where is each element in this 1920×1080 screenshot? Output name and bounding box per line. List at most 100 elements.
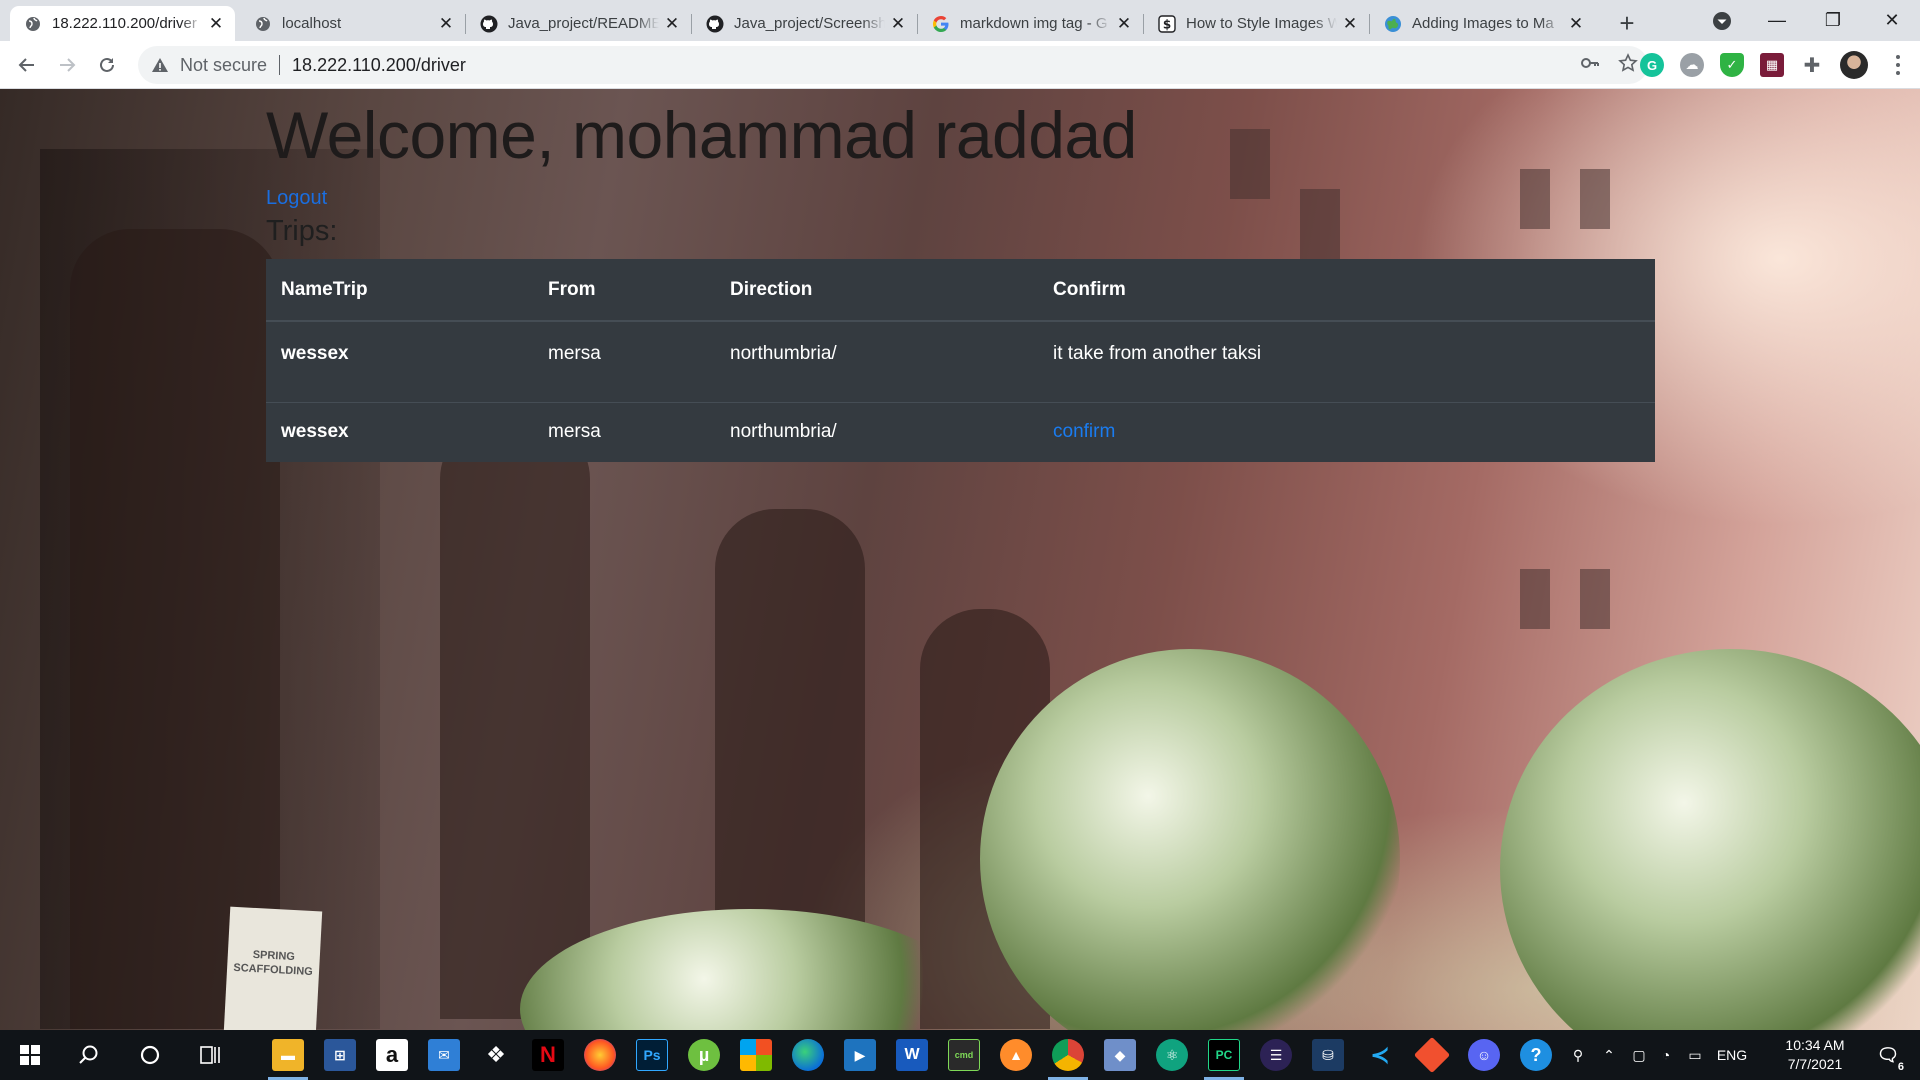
close-window-button[interactable]: ✕ (1864, 0, 1920, 41)
omnibox-divider (279, 55, 281, 75)
trip-direction-cell: northumbria/ (715, 320, 1038, 402)
media-player-icon[interactable]: ▶ (844, 1039, 876, 1071)
warning-icon[interactable] (150, 55, 170, 75)
mail-icon[interactable]: ✉ (428, 1039, 460, 1071)
table-row: wessex mersa northumbria/ it take from a… (266, 320, 1655, 402)
background-window (1520, 169, 1550, 229)
background-window (1300, 189, 1340, 259)
close-tab-icon[interactable]: ✕ (437, 14, 455, 33)
tab-search-icon[interactable] (1710, 9, 1734, 33)
reload-icon[interactable] (92, 50, 122, 80)
new-tab-button[interactable]: + (1612, 8, 1642, 38)
search-icon[interactable] (73, 1039, 105, 1071)
battery-icon[interactable]: ▭ (1680, 1047, 1710, 1064)
back-arrow-icon[interactable] (12, 50, 42, 80)
tab-title: markdown img tag - G (960, 15, 1108, 32)
close-tab-icon[interactable]: ✕ (663, 14, 681, 33)
system-clock[interactable]: 10:34 AM 7/7/2021 (1770, 1036, 1860, 1074)
box-app-icon[interactable]: ◆ (1104, 1039, 1136, 1071)
column-header-confirm: Confirm (1038, 259, 1655, 322)
tab-style-images[interactable]: $ How to Style Images W ✕ (1144, 6, 1369, 41)
office-apps-icon[interactable] (740, 1039, 772, 1071)
pycharm-icon[interactable]: PC (1208, 1039, 1240, 1071)
logout-link[interactable]: Logout (266, 187, 327, 210)
confirm-link[interactable]: confirm (1053, 421, 1115, 442)
word-icon[interactable]: W (896, 1039, 928, 1071)
task-view-icon[interactable] (194, 1039, 226, 1071)
notification-center-icon[interactable]: 🗨 6 (1872, 1039, 1906, 1073)
trip-from-cell: mersa (533, 320, 715, 402)
git-icon[interactable] (1413, 1036, 1451, 1074)
close-tab-icon[interactable]: ✕ (207, 14, 225, 33)
chevron-up-icon[interactable]: ⌃ (1592, 1047, 1626, 1064)
site-icon: $ (1158, 14, 1176, 33)
tab-title: How to Style Images W (1186, 15, 1337, 32)
firefox-icon[interactable] (584, 1039, 616, 1071)
shield-icon[interactable]: ✓ (1720, 53, 1744, 77)
meet-now-icon[interactable]: ▢ (1626, 1047, 1652, 1064)
chrome-menu-icon[interactable] (1888, 53, 1908, 77)
profile-avatar[interactable] (1840, 51, 1868, 79)
chrome-icon[interactable] (1052, 1039, 1084, 1071)
extension-red-icon[interactable]: ▦ (1760, 53, 1784, 77)
background-arch (440, 419, 590, 1019)
utorrent-icon[interactable]: µ (688, 1039, 720, 1071)
brave-icon[interactable]: ▲ (1000, 1039, 1032, 1071)
cortana-icon[interactable] (134, 1039, 166, 1071)
bookmark-star-icon[interactable] (1618, 52, 1638, 78)
table-header-row: NameTrip From Direction Confirm (266, 259, 1655, 322)
amazon-icon[interactable]: a (376, 1039, 408, 1071)
close-tab-icon[interactable]: ✕ (889, 14, 907, 33)
grammarly-icon[interactable]: G (1640, 53, 1664, 77)
minimize-button[interactable]: — (1749, 0, 1805, 41)
photoshop-icon[interactable]: Ps (636, 1039, 668, 1071)
cloud-extension-icon[interactable]: ☁ (1680, 53, 1704, 77)
close-tab-icon[interactable]: ✕ (1115, 14, 1133, 33)
key-icon[interactable] (1580, 53, 1600, 78)
people-icon[interactable]: ⚲ (1564, 1047, 1592, 1064)
netflix-icon[interactable]: N (532, 1039, 564, 1071)
eclipse-icon[interactable]: ☰ (1260, 1039, 1292, 1071)
language-indicator[interactable]: ENG (1710, 1047, 1754, 1063)
notification-count: 6 (1895, 1061, 1906, 1073)
mysql-workbench-icon[interactable]: ⛁ (1312, 1039, 1344, 1071)
background-window (1580, 569, 1610, 629)
atom-icon[interactable]: ⚛ (1156, 1039, 1188, 1071)
discord-icon[interactable]: ☺ (1468, 1039, 1500, 1071)
terminal-app-icon[interactable]: cmd (948, 1039, 980, 1071)
url-text[interactable]: 18.222.110.200/driver (292, 55, 466, 76)
tab-title: 18.222.110.200/driver (52, 15, 197, 32)
file-explorer-icon[interactable]: ▬ (272, 1039, 304, 1071)
tab-title: Java_project/Screensh (734, 15, 885, 32)
trip-direction-cell: northumbria/ (715, 401, 1038, 462)
security-status[interactable]: Not secure (180, 55, 267, 76)
system-tray: ⚲ ⌃ ▢ ◔ ▭ ENG (1564, 1030, 1754, 1080)
welcome-heading: Welcome, mohammad raddad (266, 98, 1137, 172)
tab-google-search[interactable]: markdown img tag - G ✕ (918, 6, 1143, 41)
dropbox-icon[interactable]: ❖ (480, 1039, 512, 1071)
wifi-icon[interactable]: ◔ (1652, 1047, 1680, 1063)
tab-driver[interactable]: 18.222.110.200/driver ✕ (10, 6, 235, 41)
trip-name-cell: wessex (266, 401, 533, 462)
trip-status-cell: it take from another taksi (1038, 320, 1655, 402)
forward-arrow-icon[interactable] (52, 50, 82, 80)
tab-screenshots[interactable]: Java_project/Screensh ✕ (692, 6, 917, 41)
column-header-direction: Direction (715, 259, 1038, 322)
close-tab-icon[interactable]: ✕ (1341, 14, 1359, 33)
restore-button[interactable]: ❐ (1805, 0, 1861, 41)
tab-localhost[interactable]: localhost ✕ (240, 6, 465, 41)
puzzle-extensions-icon[interactable]: ✚ (1800, 53, 1824, 77)
tab-adding-images[interactable]: Adding Images to Ma ✕ (1370, 6, 1595, 41)
tab-readme[interactable]: Java_project/README ✕ (466, 6, 691, 41)
windows-start-icon[interactable] (14, 1039, 46, 1071)
omnibox-actions (1580, 46, 1638, 84)
help-icon[interactable]: ? (1520, 1039, 1552, 1071)
google-icon (932, 15, 950, 33)
edge-icon[interactable] (792, 1039, 824, 1071)
close-tab-icon[interactable]: ✕ (1567, 14, 1585, 33)
store-icon[interactable]: ⊞ (324, 1039, 356, 1071)
trips-table: NameTrip From Direction Confirm wessex m… (266, 259, 1655, 462)
vscode-icon[interactable]: ≺ (1364, 1039, 1396, 1071)
address-bar[interactable]: Not secure 18.222.110.200/driver (138, 46, 1648, 84)
windows-taskbar: ▬ ⊞ a ✉ ❖ N Ps µ ▶ W cmd ▲ ◆ ⚛ PC ☰ ⛁ ≺ … (0, 1030, 1920, 1080)
